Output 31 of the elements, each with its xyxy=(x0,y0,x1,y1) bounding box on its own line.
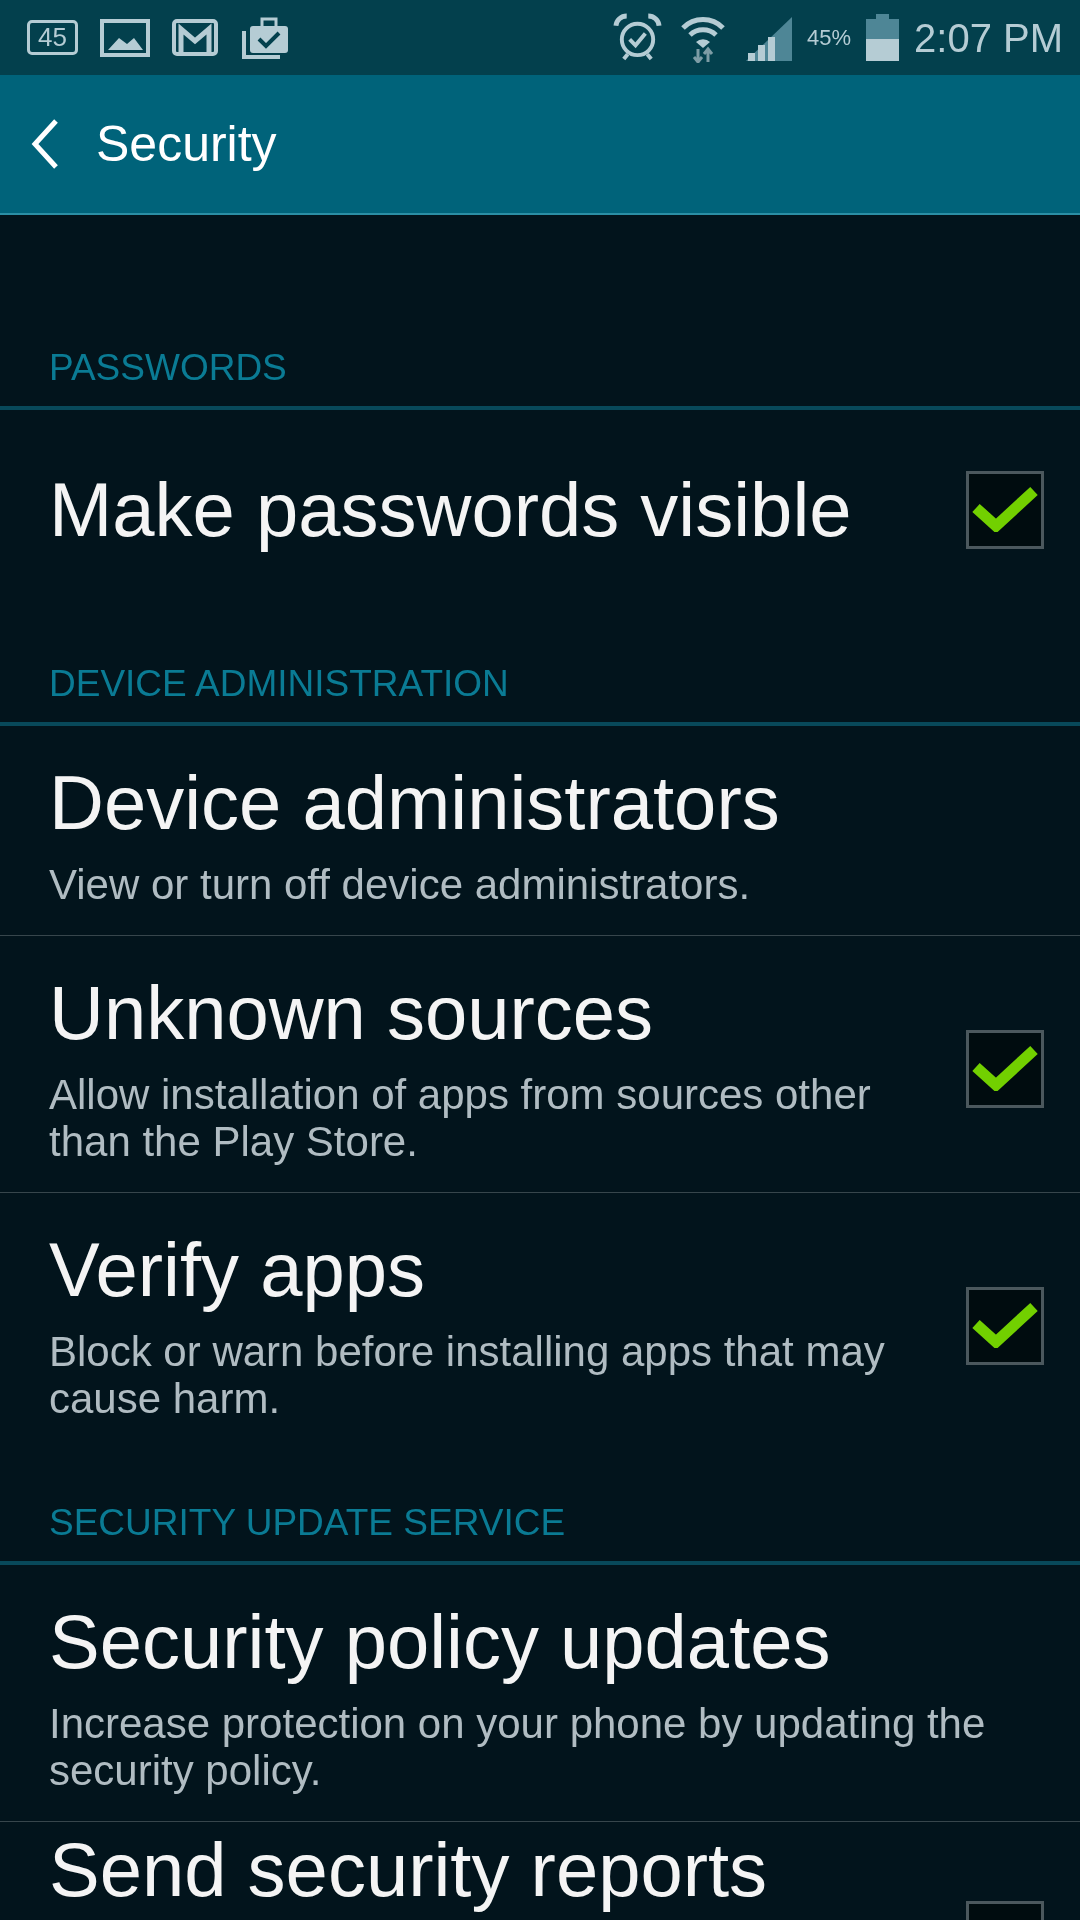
checkbox[interactable] xyxy=(966,471,1044,549)
setting-title[interactable]: Device administrators xyxy=(49,763,1044,843)
mail-icon xyxy=(171,19,218,56)
setting-description: Block or warn before installing apps that may cause harm. xyxy=(49,1328,886,1422)
setting-title[interactable]: Make passwords visible xyxy=(49,470,936,550)
check-icon xyxy=(972,1045,1038,1091)
setting-title[interactable]: Security policy updates xyxy=(49,1602,1044,1682)
battery-icon xyxy=(866,14,900,61)
battery-percent: 45% xyxy=(807,24,852,51)
setting-title[interactable]: Unknown sources xyxy=(49,973,936,1053)
signal-icon xyxy=(744,14,792,61)
clipboard-check-icon xyxy=(239,16,290,59)
checkbox[interactable] xyxy=(966,1287,1044,1365)
clock-time: 2:07 PM xyxy=(914,14,1063,61)
alarm-clock-icon xyxy=(613,13,662,62)
checkbox[interactable] xyxy=(966,1030,1044,1108)
setting-description: Increase protection on your phone by updating the security policy. xyxy=(49,1700,987,1794)
checkbox[interactable] xyxy=(966,1901,1044,1920)
back-icon[interactable] xyxy=(30,118,60,170)
setting-description: View or turn off device administrators. xyxy=(49,861,752,908)
check-icon xyxy=(972,1302,1038,1348)
image-icon xyxy=(99,18,150,57)
screen-title: Security xyxy=(96,115,277,174)
section-header: DEVICE ADMINISTRATION xyxy=(49,662,510,706)
check-icon xyxy=(972,486,1038,532)
section-header: PASSWORDS xyxy=(49,346,288,390)
setting-description: Allow installation of apps from sources other than the Play Store. xyxy=(49,1071,872,1165)
notification-count: 45 xyxy=(27,20,78,55)
setting-title[interactable]: Verify apps xyxy=(49,1230,936,1310)
section-header: SECURITY UPDATE SERVICE xyxy=(49,1501,567,1545)
setting-title[interactable]: Send security reports xyxy=(49,1830,936,1910)
